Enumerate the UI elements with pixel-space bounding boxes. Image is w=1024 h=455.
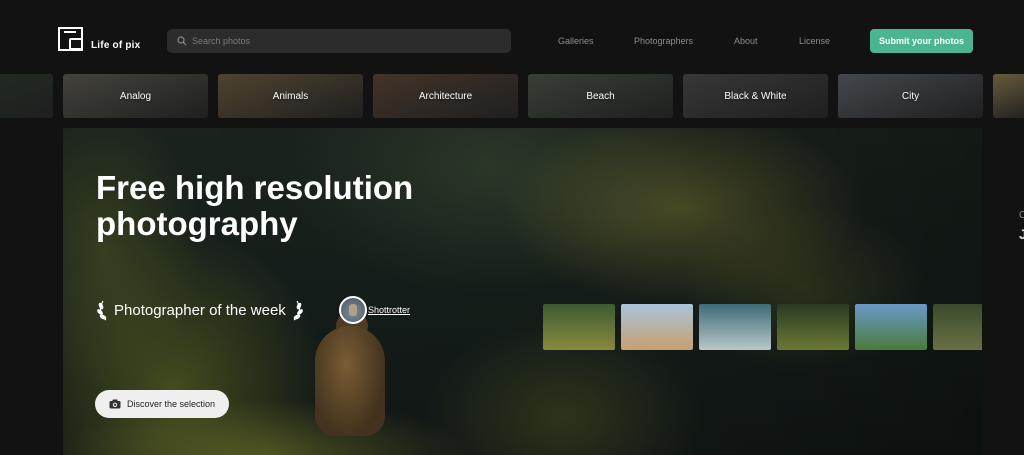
category-card-partial-right[interactable] [993, 74, 1024, 118]
brand-name: Life of pix [91, 39, 141, 51]
hero-banner: Free high resolution photography Photogr… [63, 128, 982, 455]
photographer-link[interactable]: Shottrotter [368, 305, 410, 315]
logo-icon [58, 27, 83, 51]
search-icon [177, 36, 187, 46]
thumb-slope[interactable] [777, 304, 849, 350]
next-slide-peek-large: J [1019, 226, 1024, 242]
category-card-partial-left[interactable] [0, 74, 53, 118]
category-card-city[interactable]: City [838, 74, 983, 118]
laurel-right-icon [293, 300, 303, 321]
nav-galleries[interactable]: Galleries [558, 36, 594, 46]
potw-label: Photographer of the week [114, 301, 286, 319]
category-card-animals[interactable]: Animals [218, 74, 363, 118]
category-label: City [901, 90, 920, 102]
thumb-hillside[interactable] [855, 304, 927, 350]
search-input[interactable] [192, 36, 492, 46]
thumb-cliff[interactable] [543, 304, 615, 350]
camera-icon [109, 399, 121, 409]
brand-logo[interactable]: Life of pix [58, 27, 140, 51]
nav-about[interactable]: About [734, 36, 758, 46]
thumb-meadow[interactable] [933, 304, 982, 350]
category-card-architecture[interactable]: Architecture [373, 74, 518, 118]
top-header: Life of pix Galleries Photographers Abou… [0, 0, 1024, 74]
submit-photos-button[interactable]: Submit your photos [870, 29, 973, 53]
photographer-avatar[interactable] [339, 296, 367, 324]
category-strip[interactable]: Analog Animals Architecture Beach Black … [0, 74, 1024, 118]
nav-photographers[interactable]: Photographers [634, 36, 693, 46]
laurel-left-icon [97, 300, 107, 321]
next-slide-peek-small: C [1019, 210, 1024, 221]
category-label: Beach [586, 90, 615, 102]
category-label: Architecture [418, 90, 473, 102]
discover-label: Discover the selection [127, 399, 216, 409]
category-card-black-white[interactable]: Black & White [683, 74, 828, 118]
hero-title: Free high resolution photography [96, 169, 414, 242]
thumb-beach[interactable] [621, 304, 693, 350]
discover-selection-button[interactable]: Discover the selection [95, 390, 230, 418]
category-label: Animals [272, 90, 309, 102]
photographer-of-week: Photographer of the week [96, 298, 304, 322]
photographer-thumbnails [543, 304, 982, 350]
thumb-gull[interactable] [699, 304, 771, 350]
category-card-analog[interactable]: Analog [63, 74, 208, 118]
category-label: Black & White [724, 90, 787, 102]
category-label: Analog [119, 90, 152, 102]
category-card-beach[interactable]: Beach [528, 74, 673, 118]
nav-license[interactable]: License [799, 36, 830, 46]
search-bar[interactable] [167, 29, 511, 53]
